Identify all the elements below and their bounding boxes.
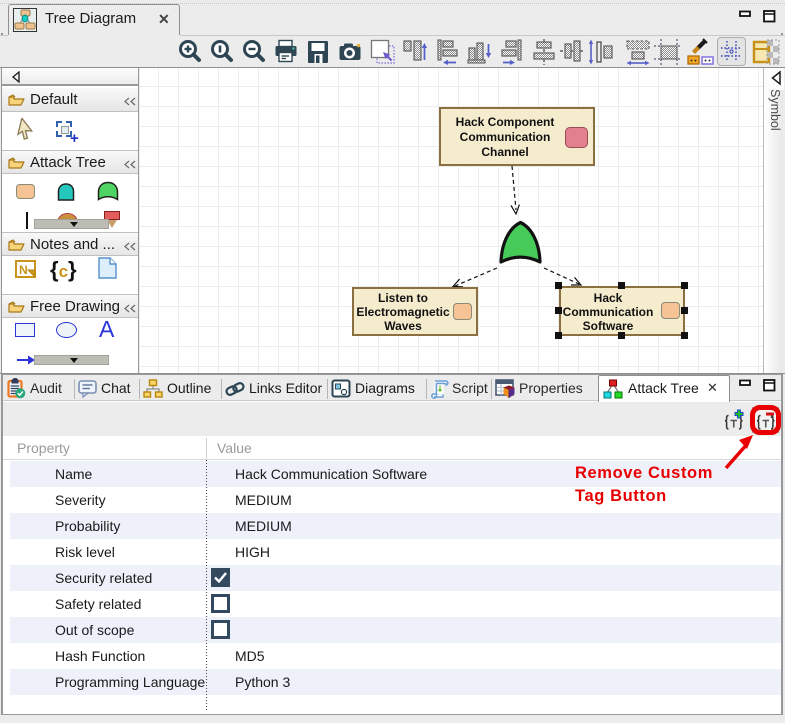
svg-text:N: N bbox=[19, 263, 28, 277]
